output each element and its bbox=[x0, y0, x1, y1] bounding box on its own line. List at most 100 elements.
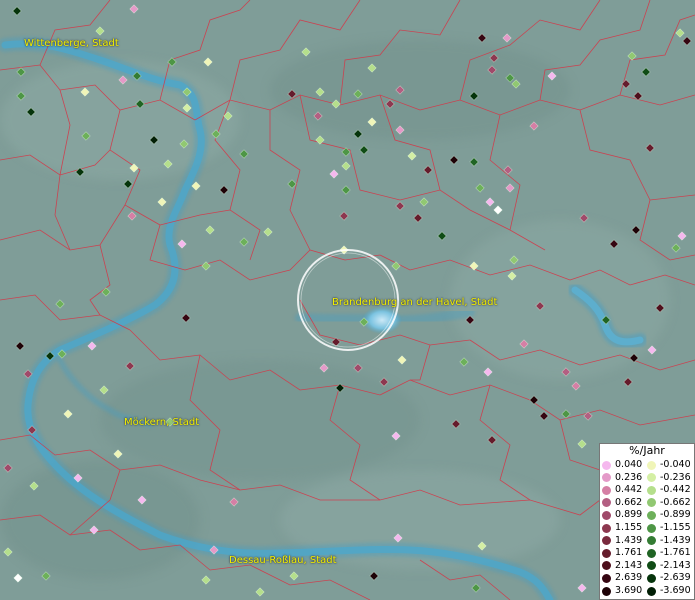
legend-entry: -0.899 bbox=[647, 509, 691, 521]
point-marker bbox=[437, 231, 447, 241]
point-marker bbox=[395, 201, 405, 211]
legend-value: 2.143 bbox=[615, 559, 643, 571]
point-marker bbox=[239, 237, 249, 247]
point-marker bbox=[263, 227, 273, 237]
point-marker bbox=[239, 149, 249, 159]
point-marker bbox=[123, 179, 133, 189]
point-marker bbox=[583, 411, 593, 421]
legend-value: 3.690 bbox=[615, 585, 643, 596]
point-marker bbox=[505, 183, 515, 193]
legend-value: -2.639 bbox=[660, 572, 691, 584]
point-marker bbox=[341, 147, 351, 157]
point-marker bbox=[579, 213, 589, 223]
point-marker bbox=[487, 435, 497, 445]
legend-swatch bbox=[602, 473, 611, 483]
legend-entry: 0.442 bbox=[602, 484, 642, 496]
point-marker bbox=[677, 231, 687, 241]
point-marker bbox=[561, 409, 571, 419]
point-marker bbox=[451, 419, 461, 429]
point-marker bbox=[101, 287, 111, 297]
point-marker bbox=[359, 145, 369, 155]
point-marker bbox=[3, 463, 13, 473]
point-marker bbox=[219, 185, 229, 195]
point-marker bbox=[129, 4, 139, 14]
point-marker bbox=[99, 385, 109, 395]
legend-entry: -0.040 bbox=[647, 459, 691, 471]
legend-entry: 1.439 bbox=[602, 535, 642, 547]
point-marker bbox=[203, 57, 213, 67]
legend-value: 1.761 bbox=[615, 547, 643, 559]
legend-entry: -1.439 bbox=[647, 535, 691, 547]
point-marker bbox=[369, 571, 379, 581]
point-marker bbox=[539, 411, 549, 421]
legend-entry: 1.761 bbox=[602, 547, 642, 559]
legend-entry: -2.143 bbox=[647, 560, 691, 572]
legend-entry: 1.155 bbox=[602, 522, 642, 534]
point-marker bbox=[12, 6, 22, 16]
legend-swatch bbox=[602, 485, 611, 495]
legend-swatch bbox=[602, 523, 611, 533]
point-marker bbox=[55, 299, 65, 309]
legend-entry: 0.662 bbox=[602, 497, 642, 509]
legend-value: 0.040 bbox=[615, 459, 643, 470]
point-marker bbox=[623, 377, 633, 387]
point-marker bbox=[41, 571, 51, 581]
legend-entry: -3.690 bbox=[647, 585, 691, 597]
legend-title: %/Jahr bbox=[629, 444, 665, 457]
point-marker bbox=[407, 151, 417, 161]
point-marker bbox=[341, 185, 351, 195]
legend-swatch bbox=[647, 485, 656, 495]
point-marker bbox=[205, 225, 215, 235]
city-label-dessau[interactable]: Dessau-Roßlau, Stadt bbox=[229, 555, 337, 566]
point-marker bbox=[229, 497, 239, 507]
legend-value: -2.143 bbox=[660, 559, 691, 571]
point-marker bbox=[577, 583, 587, 593]
legend-entry: -2.639 bbox=[647, 572, 691, 584]
point-marker bbox=[621, 79, 631, 89]
point-marker bbox=[682, 36, 692, 46]
legend-swatch bbox=[602, 573, 611, 583]
legend-value: -0.236 bbox=[660, 471, 691, 483]
point-marker bbox=[675, 28, 685, 38]
point-marker bbox=[63, 409, 73, 419]
point-marker bbox=[529, 395, 539, 405]
city-label-moeckern[interactable]: Möckern, Stadt bbox=[124, 417, 199, 428]
legend-swatch bbox=[602, 536, 611, 546]
legend-entry: -1.761 bbox=[647, 547, 691, 559]
point-marker bbox=[16, 67, 26, 77]
legend-entry: 2.143 bbox=[602, 560, 642, 572]
point-marker bbox=[502, 33, 512, 43]
point-marker bbox=[339, 211, 349, 221]
legend-entry: 2.639 bbox=[602, 572, 642, 584]
point-marker bbox=[301, 47, 311, 57]
point-marker bbox=[477, 33, 487, 43]
legend-swatch bbox=[647, 548, 656, 558]
point-marker bbox=[13, 573, 23, 583]
point-marker bbox=[201, 575, 211, 585]
legend-value: 2.639 bbox=[615, 572, 643, 584]
legend-swatch bbox=[647, 460, 656, 470]
point-marker bbox=[95, 26, 105, 36]
point-marker bbox=[571, 381, 581, 391]
city-label-brandenburg[interactable]: Brandenburg an der Havel, Stadt bbox=[332, 297, 497, 308]
legend-swatch bbox=[647, 573, 656, 583]
point-marker bbox=[157, 197, 167, 207]
point-marker bbox=[423, 165, 433, 175]
legend-value: -3.690 bbox=[660, 585, 691, 596]
legend-swatch bbox=[602, 586, 611, 596]
legend-entry: 0.236 bbox=[602, 472, 642, 484]
map-view[interactable]: Wittenberge, Stadt Brandenburg an der Ha… bbox=[0, 0, 695, 600]
point-marker bbox=[113, 449, 123, 459]
legend-entry: -0.442 bbox=[647, 484, 691, 496]
city-label-wittenberge[interactable]: Wittenberge, Stadt bbox=[24, 38, 119, 49]
point-marker bbox=[15, 341, 25, 351]
legend-value: 0.442 bbox=[615, 484, 643, 496]
legend-value: -1.761 bbox=[660, 547, 691, 559]
point-marker bbox=[125, 361, 135, 371]
point-marker bbox=[459, 357, 469, 367]
point-marker bbox=[127, 211, 137, 221]
point-marker bbox=[3, 547, 13, 557]
legend-swatch bbox=[647, 510, 656, 520]
point-marker bbox=[577, 439, 587, 449]
point-marker bbox=[485, 197, 495, 207]
